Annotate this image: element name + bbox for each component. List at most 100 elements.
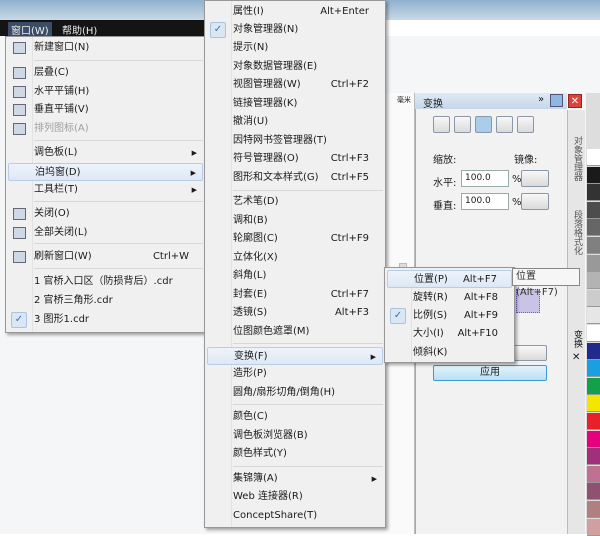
color-swatch[interactable] <box>587 360 600 378</box>
rotate-mode-button[interactable] <box>454 116 471 133</box>
apply-button[interactable]: 应用 <box>433 365 547 381</box>
menu-item[interactable]: 符号管理器(O) Ctrl+F3 <box>207 150 383 168</box>
menu-item[interactable]: ✓ 对象管理器(N) <box>207 21 383 39</box>
tab-transform[interactable]: 变换 <box>571 330 584 348</box>
menu-item-label: 垂直平铺(V) <box>34 104 89 115</box>
menu-item[interactable]: 颜色(C) <box>207 408 383 426</box>
menu-item[interactable]: 艺术笔(D) <box>207 193 383 211</box>
menu-item[interactable]: 对象数据管理器(E) <box>207 58 383 76</box>
docker-tabs: 对象管理器 段落格式化 变换 ✕ <box>567 110 585 534</box>
menu-item[interactable]: 层叠(C) <box>8 64 203 82</box>
menu-item-label: 造形(P) <box>233 368 267 379</box>
mirror-horizontal-button[interactable] <box>521 170 549 187</box>
color-swatch[interactable] <box>587 501 600 518</box>
menu-item-label: 集锦簿(A) <box>233 473 278 484</box>
menu-item[interactable]: 位图颜色遮罩(M) <box>207 323 383 341</box>
color-swatch[interactable] <box>587 149 600 166</box>
menu-item-shortcut: Alt+F10 <box>457 328 498 339</box>
menu-item[interactable]: 撤消(U) <box>207 113 383 131</box>
menu-item[interactable]: ✓ 比例(S) Alt+F9 <box>387 307 512 325</box>
menu-item[interactable]: 调色板浏览器(B) <box>207 427 383 445</box>
menu-item[interactable]: ConceptShare(T) <box>207 507 383 525</box>
menu-item[interactable]: 封套(E) Ctrl+F7 <box>207 286 383 304</box>
menu-item[interactable]: 集锦簿(A) ▶ <box>207 470 383 488</box>
color-swatch[interactable] <box>587 518 600 536</box>
horizontal-scale-input[interactable]: 100.0 <box>461 170 509 187</box>
menu-item[interactable]: 透镜(S) Alt+F3 <box>207 304 383 322</box>
close-icon[interactable]: ✕ <box>568 94 582 108</box>
color-swatch[interactable] <box>587 430 600 448</box>
color-swatch[interactable] <box>587 342 600 360</box>
color-swatch[interactable] <box>587 395 600 413</box>
tab-paragraph-format[interactable]: 段落格式化 <box>571 210 584 255</box>
menu-item[interactable]: 属性(I) Alt+Enter <box>207 3 383 21</box>
tab-close-icon[interactable]: ✕ <box>572 352 580 363</box>
color-swatch[interactable] <box>587 465 600 483</box>
menu-item[interactable]: 调色板(L) ▶ <box>8 144 203 162</box>
menu-item-label: 对象数据管理器(E) <box>233 61 318 72</box>
menu-item[interactable]: Web 连接器(R) <box>207 488 383 506</box>
menu-item[interactable]: 刷新窗口(W) Ctrl+W <box>8 248 203 266</box>
menu-item[interactable]: 工具栏(T) ▶ <box>8 181 203 199</box>
menu-item[interactable]: 轮廓图(C) Ctrl+F9 <box>207 230 383 248</box>
mirror-vertical-button[interactable] <box>521 193 549 210</box>
color-swatch[interactable] <box>587 272 600 290</box>
position-mode-button[interactable] <box>433 116 450 133</box>
color-swatch[interactable] <box>587 166 600 184</box>
menu-item[interactable]: 立体化(X) <box>207 249 383 267</box>
color-swatch[interactable] <box>587 483 600 501</box>
expand-icon[interactable]: » <box>538 94 544 105</box>
menu-item-label: 斜角(L) <box>233 270 267 281</box>
menu-help[interactable]: 帮助(H) <box>62 22 97 37</box>
menu-item[interactable]: 因特网书签管理器(T) <box>207 132 383 150</box>
submenu-arrow-icon: ▶ <box>370 353 376 361</box>
menu-item[interactable]: 提示(N) <box>207 39 383 57</box>
menu-window[interactable]: 窗口(W) <box>8 22 52 37</box>
menu-item-label: 1 官桥入口区（防损背后）.cdr <box>34 276 173 287</box>
menu-item[interactable]: 圆角/扇形切角/倒角(H) <box>207 384 383 402</box>
color-swatch[interactable] <box>587 325 600 342</box>
color-swatch[interactable] <box>587 184 600 202</box>
color-swatch[interactable] <box>587 237 600 254</box>
menu-item[interactable]: 垂直平铺(V) <box>8 101 203 119</box>
color-swatch[interactable] <box>587 307 600 325</box>
menu-item-label: 比例(S) <box>413 310 448 321</box>
menu-item[interactable]: 水平平铺(H) <box>8 83 203 101</box>
menu-item[interactable]: 1 官桥入口区（防损背后）.cdr <box>8 273 203 291</box>
color-swatch[interactable] <box>587 377 600 395</box>
menu-item[interactable]: 链接管理器(K) <box>207 95 383 113</box>
vertical-scale-input[interactable]: 100.0 <box>461 193 509 210</box>
menu-item[interactable]: 位置(P) Alt+F7 <box>387 270 512 288</box>
menu-item[interactable]: 造形(P) <box>207 365 383 383</box>
menu-item[interactable]: 旋转(R) Alt+F8 <box>387 289 512 307</box>
menu-item[interactable]: ✓ 3 图形1.cdr <box>8 311 203 329</box>
menu-item[interactable]: 关闭(O) <box>8 205 203 223</box>
color-swatch[interactable] <box>587 201 600 219</box>
color-swatch[interactable] <box>587 289 600 307</box>
tab-object-manager[interactable]: 对象管理器 <box>571 136 584 181</box>
color-swatch[interactable] <box>587 448 600 466</box>
color-swatch[interactable] <box>587 254 600 272</box>
menu-separator <box>34 268 203 269</box>
color-swatch[interactable] <box>587 219 600 237</box>
menu-item[interactable]: 2 官桥三角形.cdr <box>8 292 203 310</box>
size-mode-button[interactable] <box>496 116 513 133</box>
menu-item[interactable]: 变换(F) ▶ <box>207 347 383 365</box>
menu-item[interactable]: 颜色样式(Y) <box>207 445 383 463</box>
menu-separator <box>34 243 203 244</box>
menu-item[interactable]: 倾斜(K) <box>387 344 512 362</box>
menu-item[interactable]: 视图管理器(W) Ctrl+F2 <box>207 76 383 94</box>
menu-item[interactable]: 全部关闭(L) <box>8 224 203 242</box>
menu-item[interactable]: 新建窗口(N) <box>8 39 203 57</box>
menu-item[interactable]: 图形和文本样式(G) Ctrl+F5 <box>207 169 383 187</box>
scale-mode-button[interactable] <box>475 116 492 133</box>
skew-mode-button[interactable] <box>517 116 534 133</box>
menu-item[interactable]: 大小(I) Alt+F10 <box>387 325 512 343</box>
dockers-submenu: 属性(I) Alt+Enter ✓ 对象管理器(N) 提示(N) 对象数据管理器(E) 视图… <box>204 0 386 528</box>
minimize-icon[interactable] <box>550 94 563 107</box>
menu-item[interactable]: 泊坞窗(D) ▶ <box>8 163 203 181</box>
color-swatch[interactable] <box>587 413 600 430</box>
menu-item[interactable]: 斜角(L) <box>207 267 383 285</box>
menu-item[interactable]: 调和(B) <box>207 212 383 230</box>
menu-item-label: 3 图形1.cdr <box>34 314 90 325</box>
